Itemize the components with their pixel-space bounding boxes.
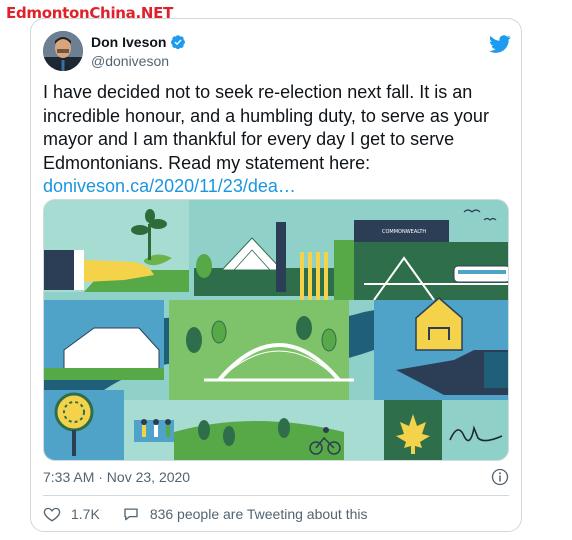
stadium-sign: COMMONWEALTH <box>382 229 426 235</box>
author-handle[interactable]: @doniveson <box>91 53 169 69</box>
twitter-bird-icon[interactable] <box>489 33 511 55</box>
author-name[interactable]: Don Iveson <box>91 34 166 50</box>
avatar[interactable] <box>43 31 83 71</box>
tweet-text: I have decided not to seek re-election n… <box>43 82 489 173</box>
tweet-header: Don Iveson @doniveson <box>43 31 511 73</box>
conversation-button[interactable]: 836 people are Tweeting about this <box>122 505 368 523</box>
like-count: 1.7K <box>71 506 100 522</box>
statement-link[interactable]: doniveson.ca/2020/11/23/dea… <box>43 175 513 199</box>
speech-bubble-icon <box>124 508 138 521</box>
divider <box>43 495 509 496</box>
tweet-card[interactable]: Don Iveson @doniveson I have decided not… <box>30 18 522 532</box>
tweet-image[interactable]: COMMONWEALTH <box>43 199 509 461</box>
engagement-bar: 1.7K 836 people are Tweeting about this <box>43 505 390 523</box>
tweet-body: I have decided not to seek re-election n… <box>43 81 513 199</box>
info-icon[interactable] <box>491 468 509 486</box>
tweet-timestamp[interactable]: 7:33 AM · Nov 23, 2020 <box>43 469 190 485</box>
heart-icon <box>43 507 61 522</box>
edmonton-illustration: COMMONWEALTH <box>44 200 508 460</box>
author-name-row[interactable]: Don Iveson <box>91 34 186 50</box>
conversation-count: 836 people are Tweeting about this <box>149 506 368 522</box>
like-button[interactable]: 1.7K <box>43 505 100 523</box>
verified-badge-icon <box>170 34 186 50</box>
